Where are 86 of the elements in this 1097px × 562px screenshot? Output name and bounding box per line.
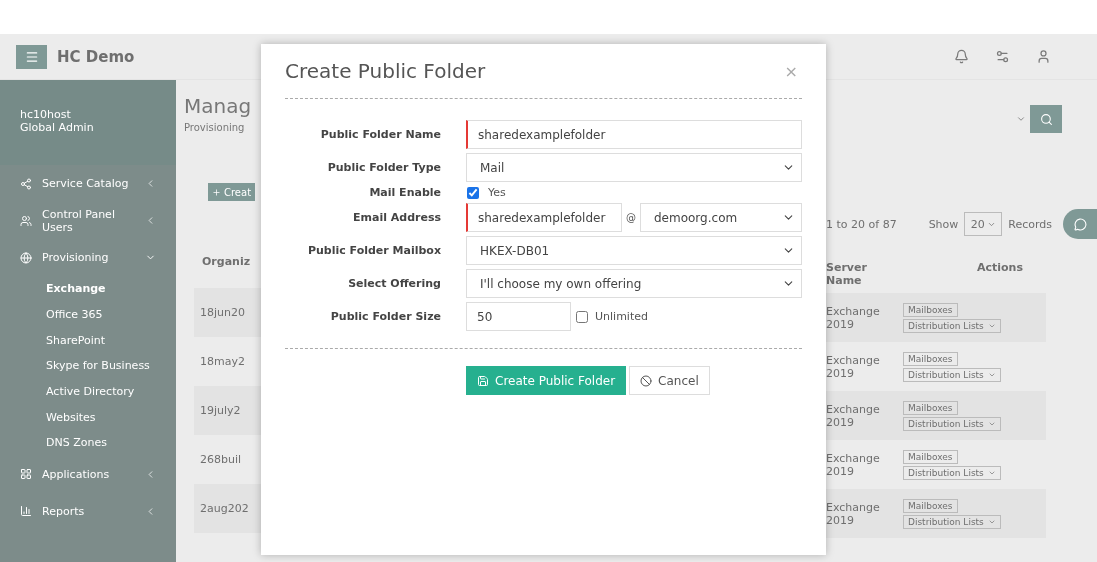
ban-icon bbox=[640, 374, 653, 387]
action-button[interactable]: Mailboxes bbox=[903, 449, 958, 464]
menu-icon bbox=[24, 49, 39, 64]
page-title: Manag bbox=[184, 94, 253, 118]
save-icon bbox=[477, 374, 489, 387]
action-button[interactable]: Distribution Lists bbox=[903, 367, 1001, 382]
table-cell: 268buil bbox=[200, 453, 242, 466]
record-info: 1 to 20 of 87 bbox=[826, 217, 897, 231]
brand-name: HC Demo bbox=[57, 47, 135, 66]
field-label: Mail Enable bbox=[368, 186, 441, 199]
action-button[interactable]: Mailboxes bbox=[903, 400, 958, 415]
sidebar-subitem[interactable]: Skype for Business bbox=[0, 353, 176, 379]
sidebar-subitem[interactable]: Websites bbox=[0, 404, 176, 431]
user-icon[interactable] bbox=[1036, 49, 1051, 64]
caret-icon bbox=[1016, 114, 1026, 124]
field-label: Public Folder Size bbox=[329, 310, 441, 323]
action-button[interactable]: Mailboxes bbox=[903, 498, 958, 513]
column-header: Server Name bbox=[826, 261, 868, 287]
plus-icon bbox=[212, 187, 221, 197]
users-icon bbox=[20, 214, 32, 227]
sidebar-item[interactable]: Provisioning bbox=[0, 239, 176, 276]
search-icon bbox=[1039, 112, 1053, 126]
table-cell-text: Exchange 2019 bbox=[826, 304, 881, 331]
checkbox-label: Yes bbox=[488, 186, 506, 199]
share-icon bbox=[20, 177, 32, 190]
action-button[interactable]: Mailboxes bbox=[903, 351, 958, 366]
sidebar-item[interactable]: Control Panel Users bbox=[0, 202, 176, 239]
checkbox-label: Unlimited bbox=[595, 310, 648, 323]
settings-icon[interactable] bbox=[995, 49, 1010, 64]
table-cell: 18may2 bbox=[200, 355, 245, 368]
user-role: Global Admin bbox=[20, 121, 95, 134]
action-button[interactable]: Mailboxes bbox=[903, 302, 958, 317]
close-button[interactable]: × bbox=[780, 61, 802, 81]
breadcrumb: Provisioning bbox=[184, 122, 246, 133]
sidebar-item[interactable]: Applications bbox=[0, 455, 176, 493]
records-label: Records bbox=[1008, 217, 1053, 231]
show-label: Show bbox=[928, 217, 959, 231]
bar-chart-icon bbox=[20, 505, 32, 518]
field-label: Email Address bbox=[352, 211, 441, 224]
domain-select[interactable]: demoorg.com bbox=[640, 203, 802, 232]
sidebar-item[interactable]: Reports bbox=[0, 492, 176, 530]
table-cell-text: Exchange 2019 bbox=[826, 451, 881, 478]
cancel-button[interactable]: Cancel bbox=[629, 366, 710, 395]
sidebar-subitem[interactable]: DNS Zones bbox=[0, 430, 176, 456]
size-field[interactable]: 50 bbox=[466, 302, 571, 331]
field-label: Select Offering bbox=[347, 277, 441, 290]
column-header: Organiz bbox=[202, 255, 252, 268]
table-cell: 18jun20 bbox=[200, 306, 245, 319]
select-field[interactable]: I'll choose my own offering bbox=[466, 269, 802, 298]
page-size-select[interactable]: 20 bbox=[964, 212, 1003, 236]
table-cell: 2aug202 bbox=[200, 502, 249, 515]
search-button[interactable] bbox=[1030, 105, 1062, 133]
field-label: Public Folder Mailbox bbox=[306, 244, 441, 257]
checkbox[interactable] bbox=[576, 310, 588, 323]
table-cell-text: Exchange 2019 bbox=[826, 500, 881, 527]
chat-icon bbox=[1073, 217, 1087, 231]
create-button[interactable]: Creat bbox=[208, 183, 256, 201]
column-header: Actions bbox=[976, 261, 1023, 276]
action-button[interactable]: Distribution Lists bbox=[903, 416, 1001, 431]
field-label: Public Folder Type bbox=[326, 161, 441, 174]
sidebar-subitem[interactable]: Exchange bbox=[0, 276, 176, 302]
grid-icon bbox=[20, 468, 32, 481]
table-cell-text: Exchange 2019 bbox=[826, 402, 881, 429]
create-button[interactable]: Create Public Folder bbox=[466, 366, 627, 395]
checkbox[interactable] bbox=[467, 186, 479, 199]
action-button[interactable]: Distribution Lists bbox=[903, 514, 1001, 529]
action-button[interactable]: Distribution Lists bbox=[903, 318, 1001, 333]
sidebar-subitem[interactable]: Office 365 bbox=[0, 301, 176, 328]
user-name: hc10host bbox=[20, 108, 72, 121]
menu-button[interactable] bbox=[16, 44, 47, 69]
select-field[interactable]: Mail bbox=[466, 153, 802, 182]
text-field[interactable]: sharedexamplefolder bbox=[466, 120, 802, 149]
field-label: Public Folder Name bbox=[319, 128, 441, 141]
at-sign: @ bbox=[625, 212, 637, 223]
dialog-title: Create Public Folder bbox=[285, 59, 486, 83]
select-field[interactable]: HKEX-DB01 bbox=[466, 236, 802, 265]
sidebar-item[interactable]: Service Catalog bbox=[0, 165, 176, 202]
sidebar-subitem[interactable]: SharePoint bbox=[0, 327, 176, 354]
table-cell: 19july2 bbox=[200, 404, 241, 417]
chat-button[interactable] bbox=[1063, 209, 1097, 239]
table-cell-text: Exchange 2019 bbox=[826, 353, 881, 380]
globe-icon bbox=[20, 251, 32, 264]
sidebar-subitem[interactable]: Active Directory bbox=[0, 378, 176, 405]
email-field[interactable]: sharedexamplefolder bbox=[466, 203, 622, 232]
action-button[interactable]: Distribution Lists bbox=[903, 465, 1001, 480]
bell-icon[interactable] bbox=[954, 49, 969, 64]
